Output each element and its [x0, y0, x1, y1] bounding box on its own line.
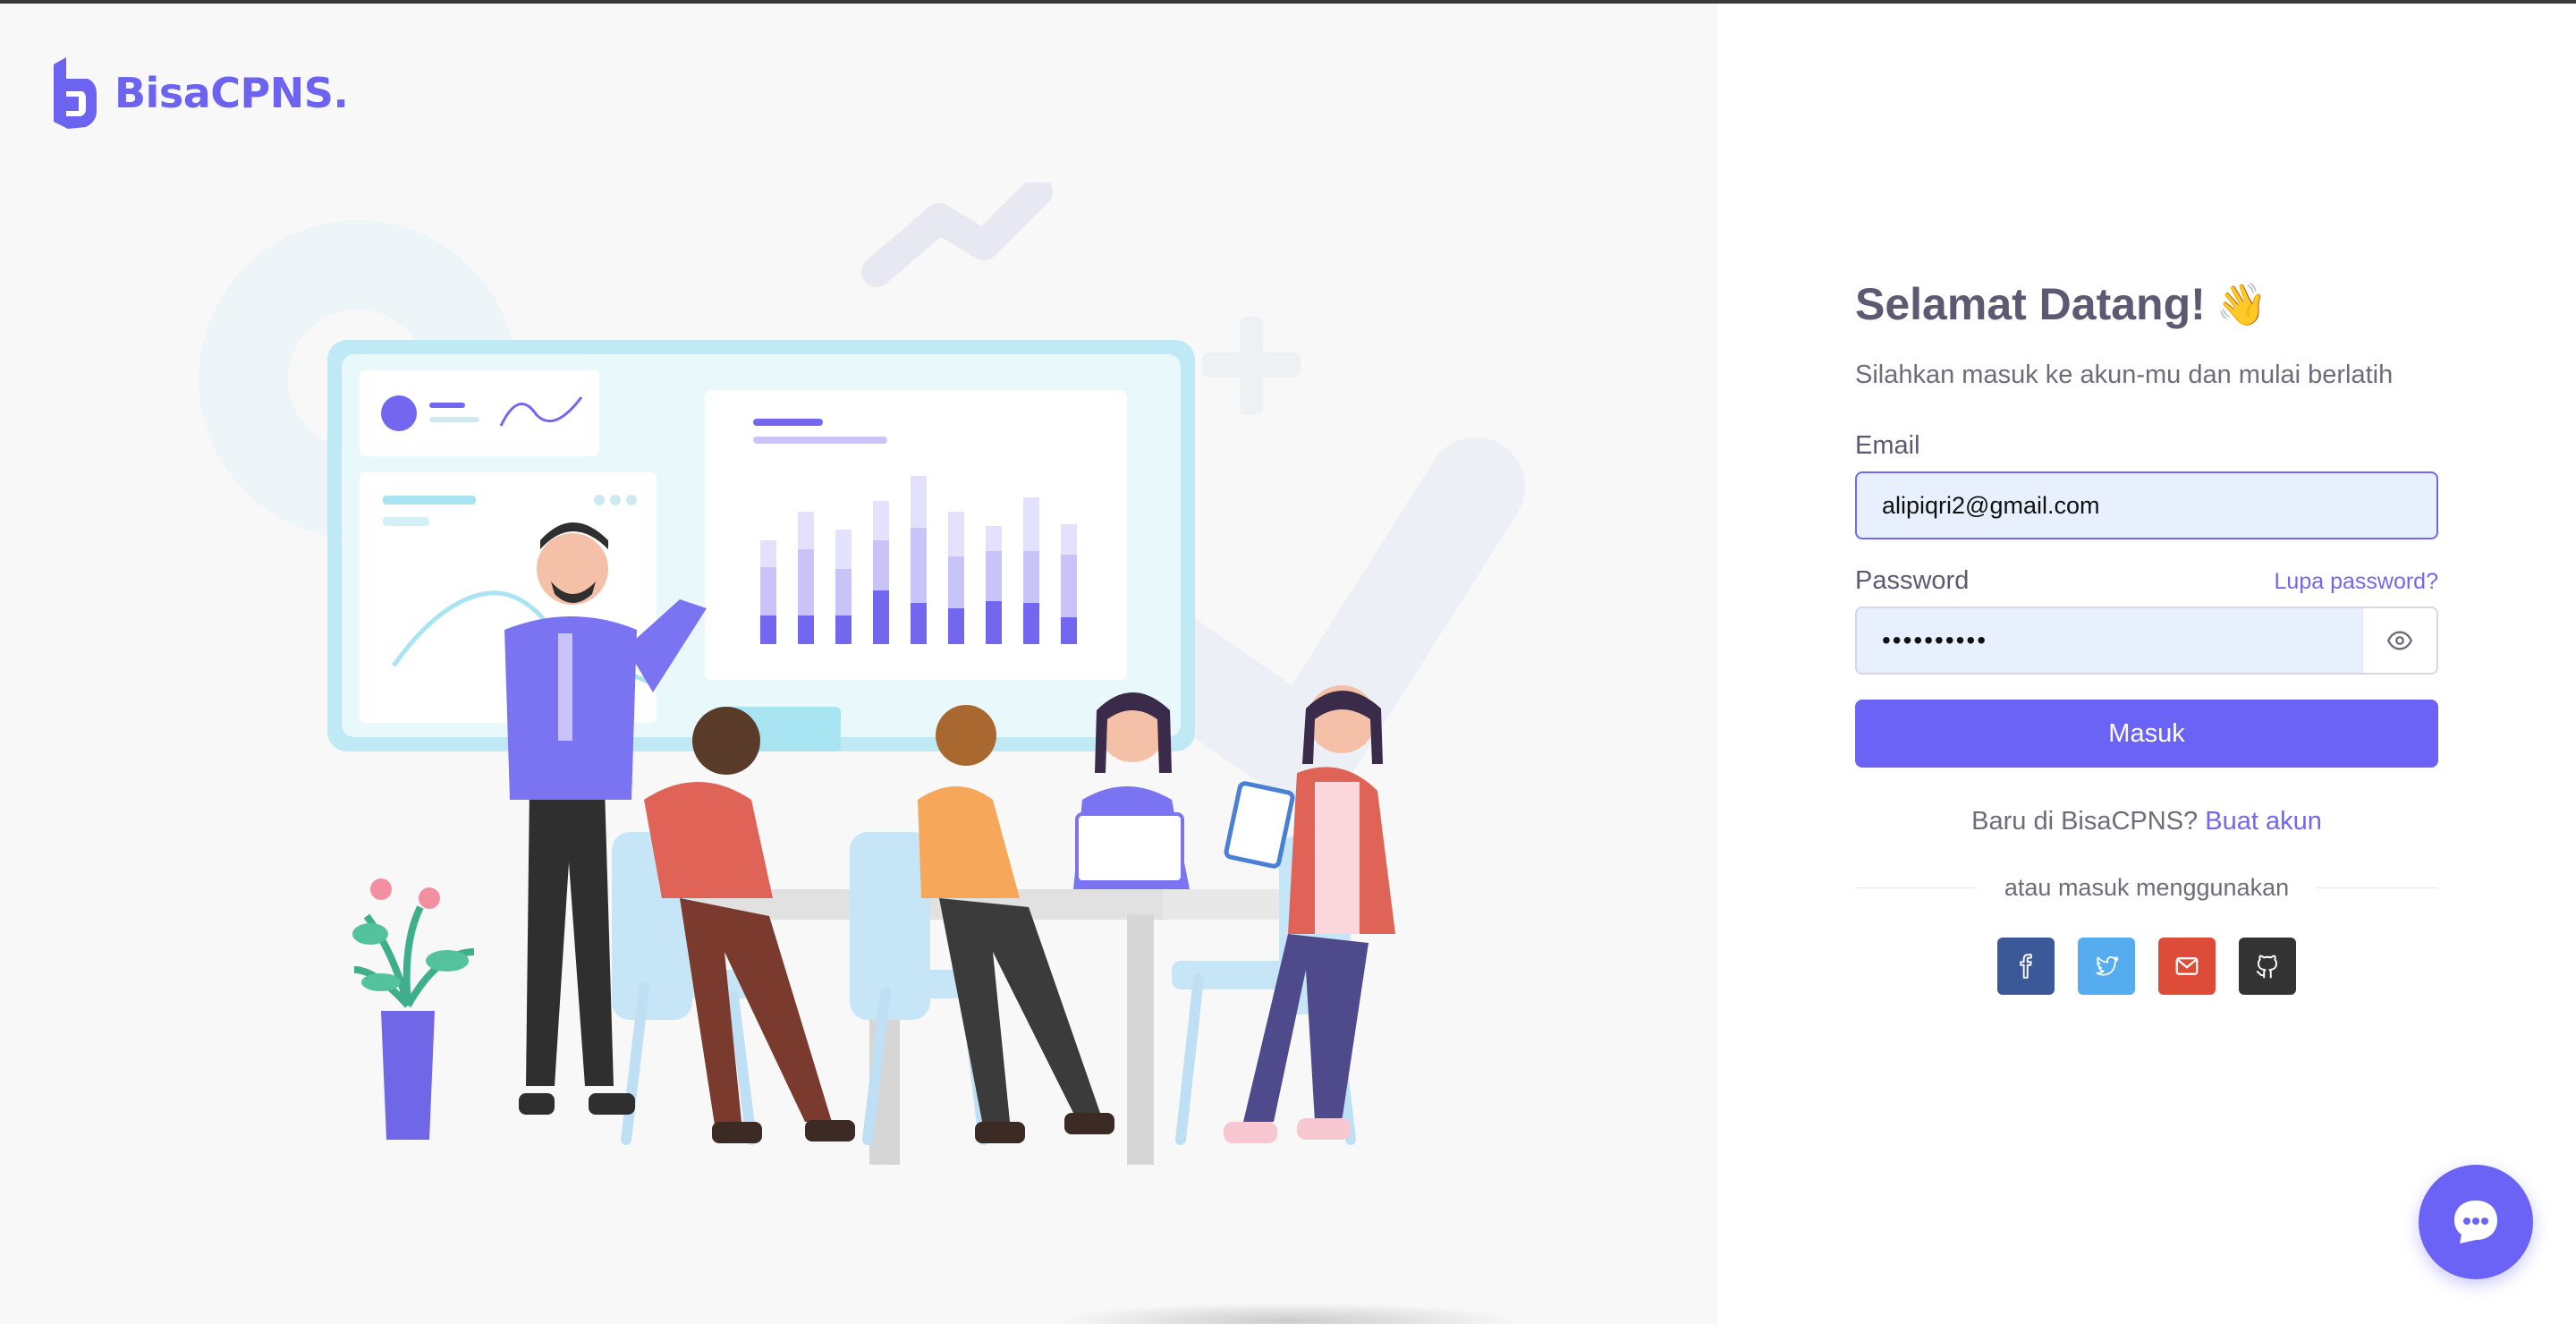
password-label: Password — [1855, 566, 1970, 595]
email-field[interactable] — [1855, 471, 2438, 539]
brand-name: BisaCPNS. — [114, 69, 349, 117]
twitter-login-button[interactable] — [2078, 938, 2135, 995]
floor-shadow — [1055, 1303, 1521, 1324]
chat-bubble-icon — [2454, 1201, 2497, 1243]
social-divider: atau masuk menggunakan — [1855, 874, 2438, 902]
twitter-icon — [2096, 956, 2119, 976]
chat-widget-button[interactable] — [2419, 1165, 2533, 1279]
waving-hand-emoji: 👋 — [2216, 281, 2268, 327]
password-field[interactable] — [1857, 608, 2362, 673]
eye-icon — [2387, 631, 2412, 650]
team-meeting-illustration — [199, 182, 1525, 1165]
show-password-toggle[interactable] — [2362, 608, 2436, 673]
email-login-button[interactable] — [2158, 938, 2216, 995]
github-icon — [2256, 955, 2277, 979]
create-account-link[interactable]: Buat akun — [2205, 807, 2322, 836]
facebook-icon — [2020, 954, 2032, 979]
forgot-password-link[interactable]: Lupa password? — [2275, 569, 2438, 595]
login-panel: Selamat Datang! 👋 Silahkan masuk ke akun… — [1717, 4, 2576, 1324]
new-user-text: Baru di BisaCPNS? — [1971, 807, 2199, 836]
password-field-group — [1855, 607, 2438, 675]
welcome-heading: Selamat Datang! 👋 — [1855, 272, 2438, 336]
login-button[interactable]: Masuk — [1855, 700, 2438, 768]
welcome-subtitle: Silahkan masuk ke akun-mu dan mulai berl… — [1855, 361, 2394, 389]
signup-prompt: Baru di BisaCPNS? Buat akun — [1855, 807, 2438, 836]
welcome-title: Selamat Datang! — [1855, 279, 2206, 329]
github-login-button[interactable] — [2239, 938, 2296, 995]
brand-mark-icon — [54, 57, 97, 129]
mail-icon — [2175, 957, 2199, 975]
divider-text: atau masuk menggunakan — [2004, 874, 2290, 901]
login-form: Selamat Datang! 👋 Silahkan masuk ke akun… — [1855, 272, 2438, 995]
illustration-panel: BisaCPNS. — [0, 4, 1717, 1324]
brand-logo[interactable]: BisaCPNS. — [48, 55, 349, 131]
social-login-buttons — [1855, 938, 2438, 995]
facebook-login-button[interactable] — [1997, 938, 2055, 995]
email-label: Email — [1855, 431, 1920, 460]
